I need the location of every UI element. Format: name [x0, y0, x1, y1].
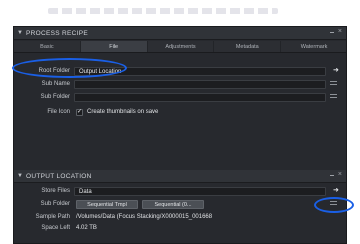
process-recipe-title: PROCESS RECIPE	[26, 29, 88, 37]
file-icon-row: File Icon ✓ Create thumbnails on save	[14, 107, 346, 118]
arrow-right-icon[interactable]: ➜	[333, 66, 339, 74]
sub-folder-field[interactable]	[74, 93, 326, 102]
sub-name-row: Sub Name	[14, 79, 346, 90]
tab-file[interactable]: File	[80, 41, 148, 52]
minimize-icon[interactable]	[330, 175, 334, 176]
hamburger-menu-icon[interactable]	[330, 201, 337, 208]
tab-watermark[interactable]: Watermark	[281, 41, 346, 52]
create-thumbnails-label: Create thumbnails on save	[87, 109, 159, 115]
store-files-field[interactable]: Data	[74, 187, 326, 196]
tab-metadata[interactable]: Metadata	[214, 41, 282, 52]
close-icon[interactable]: ×	[338, 171, 342, 178]
capture-panel: ▼ PROCESS RECIPE × Basic File Adjustment…	[13, 26, 347, 244]
root-folder-value: Output Location	[79, 69, 122, 75]
root-folder-field[interactable]: Output Location	[74, 67, 326, 76]
close-icon[interactable]: ×	[338, 28, 342, 35]
output-sub-folder-row: Sub Folder Sequential Tmpl Sequential (0…	[14, 199, 346, 210]
space-left-label: Space Left	[41, 225, 70, 231]
store-files-label: Store Files	[41, 188, 70, 194]
recipe-tab-bar: Basic File Adjustments Metadata Watermar…	[14, 41, 346, 53]
sub-folder-row: Sub Folder	[14, 92, 346, 103]
sequential-template-button[interactable]: Sequential Tmpl	[76, 200, 138, 209]
file-icon-label: File Icon	[47, 109, 70, 115]
blurred-title-text	[48, 8, 278, 14]
store-files-value: Data	[79, 189, 92, 195]
sample-path-value: /Volumes/Data (Focus Stacking/X0000015_0…	[76, 214, 213, 220]
sub-name-label: Sub Name	[41, 81, 70, 87]
sequential-counter-button[interactable]: Sequential (0...	[142, 200, 204, 209]
tab-basic[interactable]: Basic	[14, 41, 81, 52]
tab-adjustments[interactable]: Adjustments	[148, 41, 215, 52]
arrow-right-icon[interactable]: ➜	[333, 186, 339, 194]
output-location-header[interactable]: ▼ OUTPUT LOCATION ×	[14, 170, 346, 183]
root-folder-row: Root Folder Output Location ➜	[14, 66, 346, 77]
top-window-strip	[0, 0, 360, 24]
sample-path-label: Sample Path	[35, 214, 70, 220]
store-files-row: Store Files Data ➜	[14, 186, 346, 197]
output-location-title: OUTPUT LOCATION	[26, 172, 92, 180]
sample-path-row: Sample Path /Volumes/Data (Focus Stackin…	[14, 212, 346, 223]
hamburger-menu-icon[interactable]	[330, 94, 337, 101]
chevron-down-icon[interactable]: ▼	[14, 173, 26, 179]
hamburger-menu-icon[interactable]	[330, 81, 337, 88]
chevron-down-icon[interactable]: ▼	[14, 30, 26, 36]
create-thumbnails-checkbox[interactable]: ✓	[76, 109, 83, 116]
space-left-value: 4.02 TB	[76, 225, 97, 231]
sub-folder-label: Sub Folder	[40, 94, 70, 100]
root-folder-label: Root Folder	[38, 68, 70, 74]
process-recipe-header[interactable]: ▼ PROCESS RECIPE ×	[14, 27, 346, 40]
output-sub-folder-label: Sub Folder	[40, 201, 70, 207]
space-left-row: Space Left 4.02 TB	[14, 223, 346, 234]
minimize-icon[interactable]	[330, 32, 334, 33]
sub-name-field[interactable]	[74, 80, 326, 89]
